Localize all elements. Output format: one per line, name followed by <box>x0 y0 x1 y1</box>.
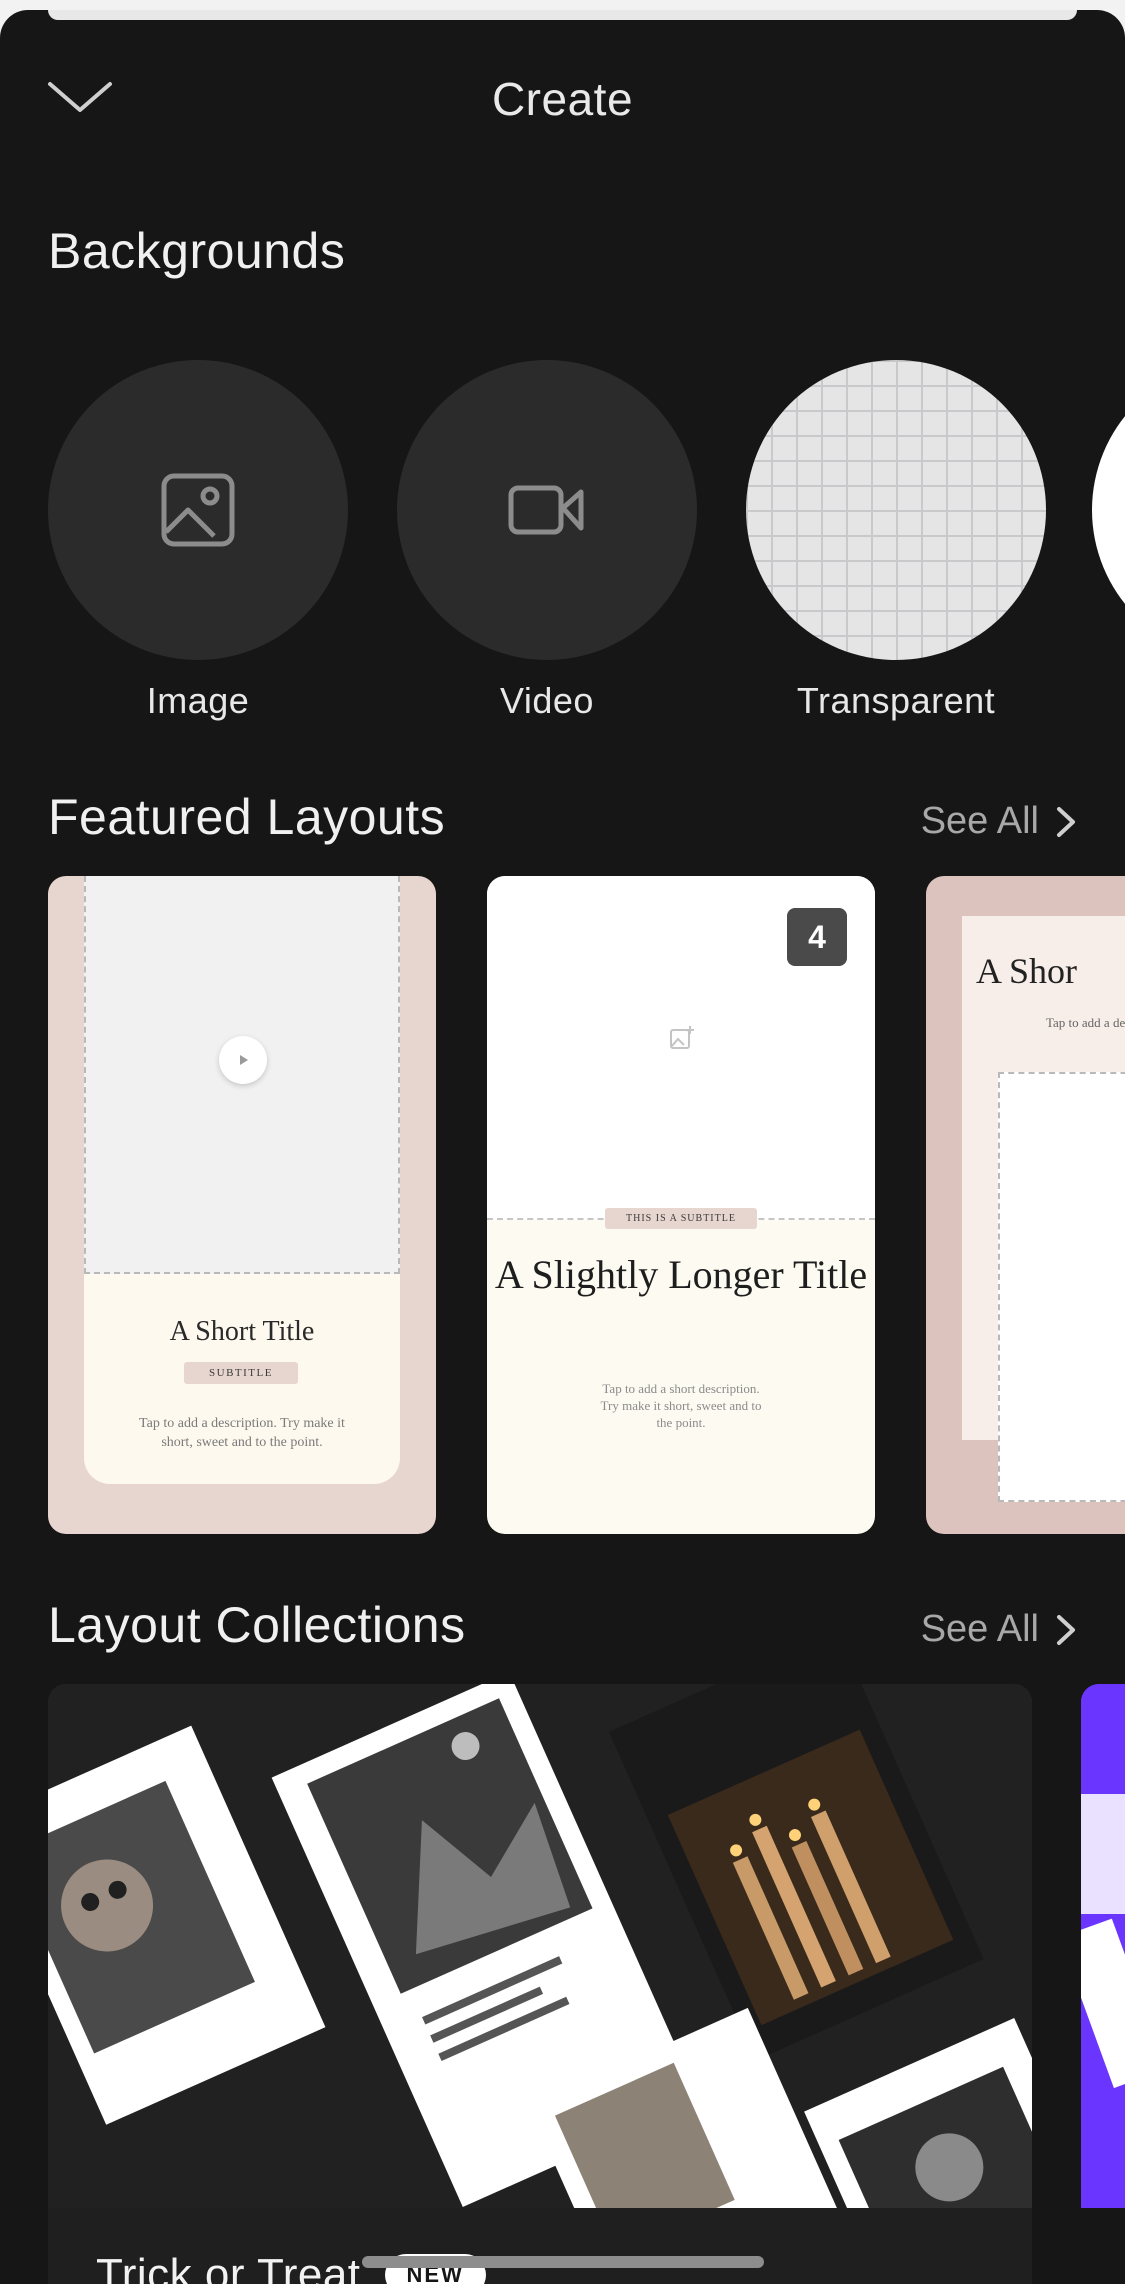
collections-see-all-label: See All <box>920 1608 1039 1650</box>
layout-description: Tap to add a short description. Try make… <box>600 1381 762 1430</box>
background-image-label: Image <box>146 680 250 721</box>
background-image-circle[interactable] <box>48 360 348 660</box>
collection-collage-graphic <box>48 1684 1032 2208</box>
background-video-circle[interactable] <box>397 360 697 660</box>
layout-description: Tap to add a de tell your <box>1046 1015 1125 1030</box>
layout-title: A Slightly Longer Title <box>494 1252 868 1297</box>
featured-layout-card[interactable]: 4 THIS IS A SUBTITLE A Slightly Longer T… <box>487 876 875 1534</box>
background-video-option[interactable]: Video <box>397 360 697 722</box>
collection-cover-image <box>48 1684 1032 2208</box>
background-color-option-partial[interactable] <box>1092 360 1125 660</box>
chevron-right-icon <box>1057 1614 1075 1645</box>
backgrounds-title: Backgrounds <box>48 223 346 279</box>
media-placeholder <box>998 1072 1125 1502</box>
page-title: Create <box>491 73 634 125</box>
layout-title: A Shor <box>976 951 1078 991</box>
add-image-icon <box>670 1026 694 1049</box>
layout-story-page: A Short Title SUBTITLE Tap to add a desc… <box>84 876 400 1484</box>
layout-subtitle: SUBTITLE <box>184 1362 298 1384</box>
video-camera-icon <box>508 485 584 535</box>
media-placeholder: 4 <box>487 876 875 1220</box>
background-transparent-label: Transparent <box>796 680 996 721</box>
play-icon <box>219 1036 267 1084</box>
collections-see-all-button[interactable]: See All <box>921 1608 1077 1651</box>
featured-layout-card-partial[interactable]: A Shor Tap to add a de tell your <box>926 876 1125 1534</box>
transparent-grid[interactable] <box>746 360 1046 660</box>
featured-layouts-title: Featured Layouts <box>48 789 446 845</box>
collection-cover-partial-graphic <box>1081 1684 1125 2208</box>
featured-see-all-button[interactable]: See All <box>921 800 1077 843</box>
background-image-option[interactable]: Image <box>48 360 348 722</box>
featured-see-all-label: See All <box>920 800 1039 842</box>
page-count-badge: 4 <box>787 908 847 966</box>
collection-name: Trick or Treat <box>96 2250 361 2284</box>
backgrounds-row: Image Video Transparent <box>0 360 1125 740</box>
layout-title: A Short Title <box>169 1316 315 1347</box>
create-sheet: Create Backgrounds Image Video Transpare… <box>0 10 1125 2284</box>
header: Create <box>0 10 1125 190</box>
home-indicator <box>362 2256 764 2268</box>
collection-card-partial[interactable] <box>1081 1684 1125 2208</box>
background-video-label: Video <box>500 680 594 721</box>
layout-description: Tap to add a description. Try make it sh… <box>139 1416 345 1450</box>
featured-layout-card[interactable]: A Short Title SUBTITLE Tap to add a desc… <box>48 876 436 1534</box>
collection-card[interactable]: Trick or Treat NEW <box>48 1684 1032 2284</box>
background-transparent-option[interactable]: Transparent <box>746 360 1046 722</box>
chevron-right-icon <box>1057 806 1075 837</box>
layout-subtitle: THIS IS A SUBTITLE <box>605 1208 757 1229</box>
layout-collections-title: Layout Collections <box>48 1597 466 1653</box>
image-icon <box>161 473 235 547</box>
media-placeholder <box>84 876 400 1274</box>
